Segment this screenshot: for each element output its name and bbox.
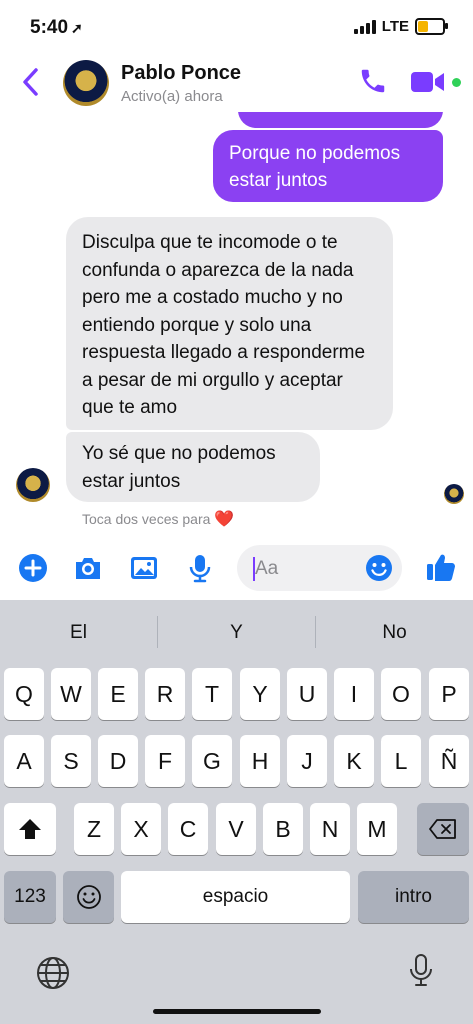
space-key[interactable]: espacio: [121, 871, 350, 923]
message-bubble-outgoing-partial[interactable]: [238, 112, 443, 128]
suggestion-item[interactable]: El: [0, 622, 157, 644]
thumbs-up-icon[interactable]: [424, 550, 458, 584]
key[interactable]: Ñ: [429, 735, 469, 787]
key[interactable]: J: [287, 735, 327, 787]
plus-circle-icon[interactable]: [17, 552, 49, 584]
message-input-placeholder: Aa: [255, 558, 279, 579]
signal-icon: [353, 19, 376, 34]
key[interactable]: G: [192, 735, 232, 787]
dictation-microphone-icon[interactable]: [401, 951, 441, 991]
contact-name[interactable]: Pablo Ponce: [121, 62, 241, 85]
numbers-key[interactable]: 123: [4, 871, 56, 923]
key[interactable]: X: [121, 803, 161, 855]
composer-bar: Aa: [0, 540, 473, 598]
home-indicator[interactable]: [153, 1009, 321, 1014]
suggestion-item[interactable]: Y: [158, 622, 315, 644]
contact-avatar[interactable]: [16, 468, 50, 502]
key[interactable]: P: [429, 668, 469, 720]
seen-avatar-icon: [444, 484, 464, 504]
key[interactable]: O: [381, 668, 421, 720]
emoji-icon[interactable]: [364, 553, 394, 583]
key[interactable]: Q: [4, 668, 44, 720]
video-camera-icon[interactable]: [410, 70, 446, 94]
key[interactable]: D: [98, 735, 138, 787]
message-bubble-outgoing[interactable]: Porque no podemos estar juntos: [213, 130, 443, 202]
contact-status: Activo(a) ahora: [121, 88, 223, 105]
key[interactable]: H: [240, 735, 280, 787]
globe-icon[interactable]: [33, 953, 73, 993]
microphone-icon[interactable]: [184, 552, 216, 584]
key[interactable]: B: [263, 803, 303, 855]
return-key[interactable]: intro: [358, 871, 469, 923]
key[interactable]: V: [216, 803, 256, 855]
chevron-left-icon[interactable]: [20, 66, 50, 100]
status-bar: 5:40 ➚ LTE: [0, 0, 473, 56]
heart-icon: ❤️: [214, 511, 235, 528]
key[interactable]: I: [334, 668, 374, 720]
network-label: LTE: [381, 18, 409, 35]
backspace-key[interactable]: [417, 803, 469, 855]
key[interactable]: T: [192, 668, 232, 720]
status-right: LTE: [353, 18, 448, 35]
message-input[interactable]: Aa: [237, 545, 402, 591]
shift-icon: [19, 819, 41, 839]
clock: 5:40 ➚: [30, 17, 83, 38]
online-indicator: [452, 78, 461, 87]
suggestion-bar: El Y No: [0, 600, 473, 662]
key[interactable]: L: [381, 735, 421, 787]
key[interactable]: Z: [74, 803, 114, 855]
shift-key[interactable]: [4, 803, 56, 855]
avatar[interactable]: [63, 60, 109, 106]
key[interactable]: N: [310, 803, 350, 855]
key[interactable]: K: [334, 735, 374, 787]
double-tap-hint: Toca dos veces para ❤️: [82, 511, 235, 528]
key[interactable]: M: [357, 803, 397, 855]
key[interactable]: S: [51, 735, 91, 787]
chat-header: Pablo Ponce Activo(a) ahora: [0, 56, 473, 112]
key[interactable]: R: [145, 668, 185, 720]
camera-icon[interactable]: [72, 552, 104, 584]
suggestion-item[interactable]: No: [316, 622, 473, 644]
battery-icon: [415, 18, 448, 35]
message-bubble-incoming[interactable]: Disculpa que te incomode o te confunda o…: [66, 217, 393, 430]
key[interactable]: C: [168, 803, 208, 855]
key[interactable]: A: [4, 735, 44, 787]
key[interactable]: E: [98, 668, 138, 720]
phone-icon[interactable]: [358, 66, 388, 96]
key[interactable]: U: [287, 668, 327, 720]
key[interactable]: Y: [240, 668, 280, 720]
emoji-icon: [76, 885, 101, 909]
image-icon[interactable]: [128, 552, 160, 584]
backspace-icon: [429, 819, 456, 839]
key[interactable]: W: [51, 668, 91, 720]
location-arrow-icon: ➚: [71, 20, 83, 36]
key[interactable]: F: [145, 735, 185, 787]
keyboard: El Y No Q W E R T Y U I O P A S D F G H …: [0, 600, 473, 1024]
message-list[interactable]: Porque no podemos estar juntos Disculpa …: [0, 112, 473, 532]
message-bubble-incoming[interactable]: Yo sé que no podemos estar juntos: [66, 432, 320, 502]
emoji-key[interactable]: [63, 871, 114, 923]
